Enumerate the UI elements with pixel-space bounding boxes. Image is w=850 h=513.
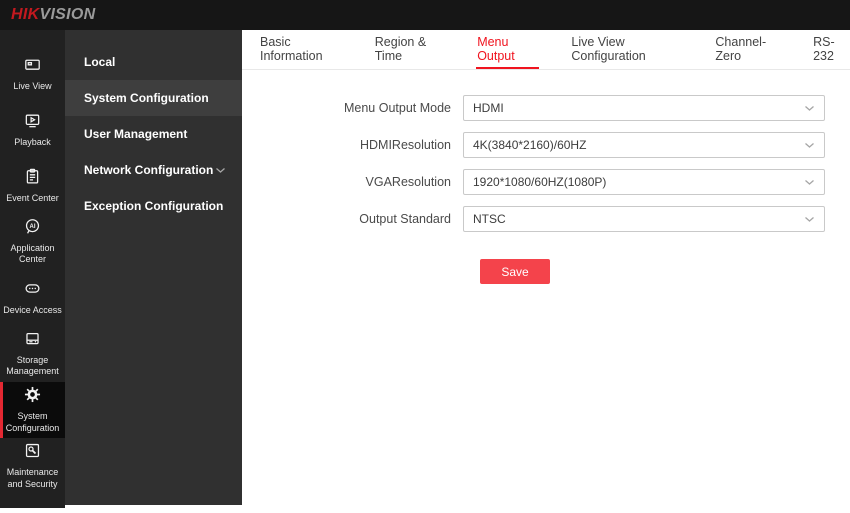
select-value: 4K(3840*2160)/60HZ	[473, 138, 587, 152]
subnav-item-system-configuration[interactable]: System Configuration	[65, 80, 242, 116]
subnav-item-network-configuration[interactable]: Network Configuration	[65, 152, 242, 188]
form-actions: Save	[242, 259, 850, 284]
sidebar-item-label: Live View	[13, 80, 52, 91]
tab-region-time[interactable]: Region & Time	[374, 30, 445, 69]
subnav-item-exception-configuration[interactable]: Exception Configuration	[65, 188, 242, 224]
hdmi-resolution-select[interactable]: 4K(3840*2160)/60HZ	[463, 132, 825, 158]
subnav-item-label: User Management	[84, 127, 188, 141]
field-label: VGAResolution	[365, 175, 451, 189]
sidebar-item-label: Playback	[14, 136, 51, 147]
sidebar-item-live-view[interactable]: Live View	[0, 46, 65, 102]
output-standard-select[interactable]: NTSC	[463, 206, 825, 232]
tab-bar: Basic Information Region & Time Menu Out…	[242, 30, 850, 70]
chevron-down-icon	[804, 101, 815, 115]
logo-hik: HIK	[11, 6, 40, 23]
tab-basic-information[interactable]: Basic Information	[259, 30, 343, 69]
chevron-down-icon	[804, 138, 815, 152]
vga-resolution-select[interactable]: 1920*1080/60HZ(1080P)	[463, 169, 825, 195]
field-label: Menu Output Mode	[343, 101, 451, 115]
sidebar-item-application-center[interactable]: AI Application Center	[0, 214, 65, 270]
icon-sidebar: Live View Playback Event Center AI Appli…	[0, 30, 65, 508]
sidebar-item-storage-management[interactable]: Storage Management	[0, 326, 65, 382]
sidebar-item-system-configuration[interactable]: System Configuration	[0, 382, 65, 439]
svg-text:AI: AI	[30, 224, 36, 230]
subnav-item-label: Exception Configuration	[84, 199, 224, 213]
subnav-item-label: Network Configuration	[84, 163, 214, 177]
sidebar-item-label: System Configuration	[5, 410, 60, 433]
main-content: Basic Information Region & Time Menu Out…	[242, 30, 850, 513]
chevron-down-icon	[804, 212, 815, 226]
storage-management-icon	[24, 330, 41, 355]
menu-output-form: Menu Output Mode HDMI HDMIResolution 4K(…	[242, 70, 850, 284]
subnav-item-label: Local	[84, 55, 116, 69]
sidebar-item-label: Device Access	[3, 304, 62, 315]
topbar: HIK VISION	[0, 0, 850, 30]
tab-rs-232[interactable]: RS-232	[812, 30, 850, 69]
select-value: 1920*1080/60HZ(1080P)	[473, 175, 607, 189]
form-row: HDMIResolution 4K(3840*2160)/60HZ	[242, 132, 850, 158]
sidebar-item-label: Event Center	[6, 192, 59, 203]
chevron-down-icon	[215, 163, 226, 177]
app-window: HIK VISION Live View Playback Event Cent…	[0, 0, 850, 513]
subnav-sidebar: Local System Configuration User Manageme…	[65, 30, 242, 505]
logo-vision: VISION	[39, 6, 96, 23]
live-view-icon	[24, 56, 41, 81]
form-row: Output Standard NTSC	[242, 206, 850, 232]
sidebar-item-event-center[interactable]: Event Center	[0, 158, 65, 214]
form-row: VGAResolution 1920*1080/60HZ(1080P)	[242, 169, 850, 195]
sidebar-item-playback[interactable]: Playback	[0, 102, 65, 158]
field-label: Output Standard	[359, 212, 451, 226]
chevron-down-icon	[804, 175, 815, 189]
tab-menu-output[interactable]: Menu Output	[476, 30, 540, 69]
application-center-icon: AI	[24, 218, 41, 243]
sidebar-item-label: Storage Management	[6, 354, 59, 377]
sidebar-item-label: Application Center	[10, 242, 55, 265]
save-button[interactable]: Save	[480, 259, 550, 284]
select-value: HDMI	[473, 101, 504, 115]
subnav-item-user-management[interactable]: User Management	[65, 116, 242, 152]
gear-icon	[24, 386, 41, 411]
subnav-item-local[interactable]: Local	[65, 44, 242, 80]
playback-icon	[24, 112, 41, 137]
sidebar-item-device-access[interactable]: Device Access	[0, 270, 65, 326]
device-access-icon	[24, 280, 41, 305]
subnav-item-label: System Configuration	[84, 91, 209, 105]
sidebar-item-label: Maintenance and Security	[6, 466, 59, 489]
tab-live-view-configuration[interactable]: Live View Configuration	[570, 30, 683, 69]
tab-channel-zero[interactable]: Channel-Zero	[714, 30, 781, 69]
field-label: HDMIResolution	[359, 138, 451, 152]
form-row: Menu Output Mode HDMI	[242, 95, 850, 121]
sidebar-item-maintenance-and-security[interactable]: Maintenance and Security	[0, 438, 65, 494]
select-value: NTSC	[473, 212, 506, 226]
hikvision-logo: HIK VISION	[11, 6, 96, 24]
event-center-icon	[24, 168, 41, 193]
menu-output-mode-select[interactable]: HDMI	[463, 95, 825, 121]
wrench-icon	[24, 442, 41, 467]
